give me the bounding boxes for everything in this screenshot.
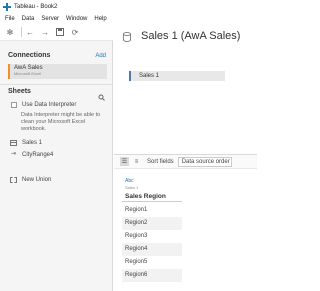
union-icon bbox=[10, 177, 17, 183]
sheets-heading: Sheets bbox=[8, 88, 31, 95]
menu-server[interactable]: Server bbox=[41, 16, 59, 22]
list-view-icon[interactable]: ≡ bbox=[132, 157, 141, 166]
forward-arrow-icon[interactable]: → bbox=[39, 26, 51, 38]
back-arrow-icon[interactable]: ← bbox=[24, 26, 36, 38]
search-icon[interactable] bbox=[98, 88, 105, 101]
data-pane: Connections Add AwA Sales Microsoft Exce… bbox=[0, 41, 113, 291]
toolbar: ✻ ← → ⟳ bbox=[0, 24, 113, 41]
new-union-label: New Union bbox=[22, 177, 52, 183]
use-data-interpreter-label: Use Data Interpreter bbox=[22, 102, 77, 108]
menu-data[interactable]: Data bbox=[22, 16, 35, 22]
toolbar-divider bbox=[21, 27, 22, 37]
add-connection-link[interactable]: Add bbox=[95, 53, 106, 59]
interpreter-note: Data Interpreter might be able to clean … bbox=[21, 112, 101, 132]
sheet-item[interactable]: ⇥ CityRange4 bbox=[10, 151, 53, 158]
refresh-icon[interactable]: ⟳ bbox=[69, 26, 81, 38]
grid-view-icon[interactable]: ☰ bbox=[120, 157, 129, 166]
section-divider bbox=[0, 84, 113, 85]
column-name: Sales Region bbox=[125, 193, 166, 200]
column-header[interactable]: Abc Sales 1 Sales Region bbox=[122, 172, 182, 202]
use-data-interpreter-option[interactable]: Use Data Interpreter bbox=[11, 102, 76, 108]
datasource-title[interactable]: Sales 1 (AwA Sales) bbox=[141, 30, 240, 42]
title-bar: Tableau - Book2 bbox=[0, 0, 257, 13]
sort-fields-select[interactable]: Data source order bbox=[177, 156, 232, 167]
database-icon bbox=[123, 32, 131, 44]
canvas-table[interactable]: Sales 1 bbox=[129, 71, 225, 81]
menu-bar: File Data Server Window Help bbox=[0, 13, 257, 24]
menu-file[interactable]: File bbox=[5, 16, 15, 22]
use-data-interpreter-checkbox[interactable] bbox=[11, 102, 17, 108]
menu-window[interactable]: Window bbox=[66, 16, 87, 22]
table-row: Region1 bbox=[125, 207, 148, 213]
window-title: Tableau - Book2 bbox=[14, 3, 58, 10]
named-range-icon: ⇥ bbox=[10, 151, 17, 157]
tableau-logo-icon[interactable]: ✻ bbox=[4, 26, 16, 38]
column-source: Sales 1 bbox=[125, 185, 139, 190]
tableau-app-icon bbox=[3, 2, 11, 11]
new-union-item[interactable]: New Union bbox=[10, 177, 51, 183]
table-row: Region3 bbox=[125, 233, 148, 239]
menu-help[interactable]: Help bbox=[94, 16, 106, 22]
save-icon[interactable] bbox=[54, 26, 66, 38]
string-type-icon[interactable]: Abc bbox=[125, 178, 134, 184]
sort-fields-label: Sort fields bbox=[147, 158, 174, 165]
sheet-item[interactable]: Sales 1 bbox=[10, 140, 42, 146]
table-row: Region5 bbox=[125, 259, 148, 265]
table-row: Region6 bbox=[122, 269, 182, 282]
sheet-label: CityRange4 bbox=[22, 151, 54, 158]
connections-heading: Connections bbox=[8, 52, 51, 59]
sheet-label: Sales 1 bbox=[22, 140, 43, 146]
sheet-icon bbox=[10, 140, 17, 146]
table-row: Region4 bbox=[122, 243, 182, 256]
connection-item[interactable]: AwA Sales Microsoft Excel bbox=[8, 64, 107, 79]
connection-type: Microsoft Excel bbox=[14, 71, 42, 76]
table-row: Region2 bbox=[122, 217, 182, 230]
grid-toolbar: ☰ ≡ Sort fields Data source order bbox=[114, 154, 257, 169]
